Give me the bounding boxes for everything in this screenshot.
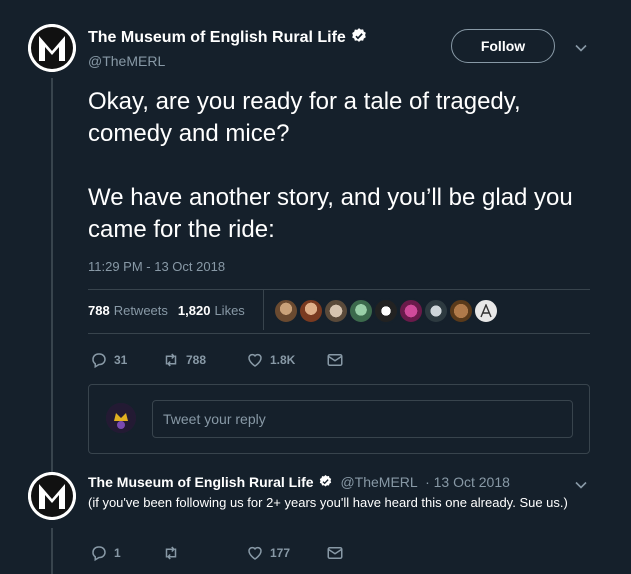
liker-avatar[interactable] bbox=[298, 298, 324, 324]
author-avatar[interactable] bbox=[28, 24, 76, 72]
liker-avatar[interactable] bbox=[323, 298, 349, 324]
retweet-icon bbox=[165, 353, 177, 367]
thread-line-lower bbox=[51, 528, 53, 574]
direct-message-action[interactable] bbox=[326, 544, 350, 562]
reply-icon bbox=[92, 353, 106, 369]
like-icon bbox=[248, 546, 262, 560]
retweets-label: Retweets bbox=[113, 303, 168, 318]
tweet-stats: 788 Retweets 1,820 Likes bbox=[88, 303, 245, 318]
reply-input[interactable]: Tweet your reply bbox=[152, 400, 573, 438]
letter-a-icon bbox=[480, 304, 492, 318]
likes-label: Likes bbox=[214, 303, 245, 318]
follow-button[interactable]: Follow bbox=[451, 29, 555, 63]
verified-badge-icon bbox=[319, 474, 331, 487]
reply-date[interactable]: · 13 Oct 2018 bbox=[425, 474, 510, 490]
like-icon bbox=[248, 353, 262, 367]
tweet-text: Okay, are you ready for a tale of traged… bbox=[88, 88, 573, 243]
museum-logo-icon bbox=[28, 472, 76, 520]
author-handle[interactable]: @TheMERL bbox=[88, 53, 368, 69]
liker-avatars bbox=[273, 298, 499, 324]
reply-count: 31 bbox=[114, 353, 128, 367]
like-count: 1.8K bbox=[270, 353, 296, 367]
divider bbox=[88, 333, 590, 334]
like-action[interactable]: 177 bbox=[246, 544, 326, 562]
likes-stat[interactable]: 1,820 Likes bbox=[178, 303, 245, 318]
direct-message-icon bbox=[327, 354, 343, 366]
tweet-timestamp[interactable]: 11:29 PM - 13 Oct 2018 bbox=[88, 259, 225, 274]
retweet-icon bbox=[165, 546, 177, 560]
retweets-stat[interactable]: 788 Retweets bbox=[88, 303, 168, 318]
direct-message-icon bbox=[327, 547, 343, 559]
reply-author-line: The Museum of English Rural Life @TheMER… bbox=[88, 474, 510, 490]
author-info: The Museum of English Rural Life @TheMER… bbox=[88, 27, 368, 69]
crown-avatar-icon bbox=[106, 403, 136, 433]
reply-author-handle[interactable]: @TheMERL bbox=[340, 474, 417, 490]
reply-text: (if you've been following us for 2+ year… bbox=[88, 495, 568, 510]
retweet-action[interactable] bbox=[162, 544, 246, 562]
reply-author-avatar[interactable] bbox=[28, 472, 76, 520]
liker-avatar[interactable] bbox=[273, 298, 299, 324]
reply-action[interactable]: 1 bbox=[90, 544, 162, 562]
current-user-avatar[interactable] bbox=[106, 403, 136, 433]
liker-avatar[interactable] bbox=[348, 298, 374, 324]
thread-line bbox=[51, 78, 53, 473]
like-count: 177 bbox=[270, 546, 291, 560]
retweet-action[interactable]: 788 bbox=[162, 351, 246, 369]
retweet-count: 788 bbox=[186, 353, 207, 367]
verified-badge-icon bbox=[351, 28, 366, 42]
reply-action[interactable]: 31 bbox=[90, 351, 162, 369]
reply-actions: 1 177 bbox=[90, 544, 350, 562]
reply-author-name[interactable]: The Museum of English Rural Life bbox=[88, 474, 314, 490]
tweet-actions: 31 788 1.8K bbox=[90, 351, 350, 369]
liker-avatar[interactable] bbox=[373, 298, 399, 324]
liker-avatar[interactable] bbox=[473, 298, 499, 324]
retweets-count: 788 bbox=[88, 303, 110, 318]
author-name[interactable]: The Museum of English Rural Life bbox=[88, 29, 346, 46]
liker-avatar[interactable] bbox=[423, 298, 449, 324]
chevron-down-icon[interactable] bbox=[574, 41, 588, 55]
like-action[interactable]: 1.8K bbox=[246, 351, 326, 369]
museum-logo-icon bbox=[28, 24, 76, 72]
liker-avatar[interactable] bbox=[448, 298, 474, 324]
divider bbox=[88, 289, 590, 290]
liker-avatar[interactable] bbox=[398, 298, 424, 324]
reply-count: 1 bbox=[114, 546, 121, 560]
stats-separator bbox=[263, 290, 264, 330]
reply-icon bbox=[92, 546, 106, 562]
chevron-down-icon[interactable] bbox=[574, 478, 588, 492]
likes-count: 1,820 bbox=[177, 303, 211, 318]
direct-message-action[interactable] bbox=[326, 351, 350, 369]
